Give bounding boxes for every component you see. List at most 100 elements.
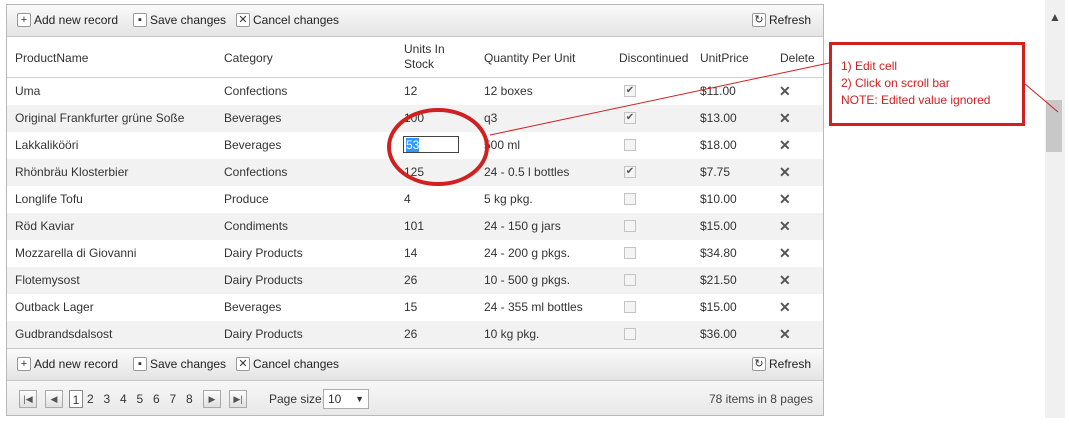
cell-product-name[interactable]: Lakkalikööri (15, 132, 78, 159)
cell-units-in-stock[interactable]: 100 (404, 105, 424, 132)
cell-quantity[interactable]: 5 kg pkg. (484, 186, 533, 213)
page-number-3[interactable]: 3 (104, 390, 111, 408)
cell-category[interactable]: Confections (224, 78, 287, 105)
cell-category[interactable]: Produce (224, 186, 269, 213)
cell-quantity[interactable]: 24 - 150 g jars (484, 213, 561, 240)
delete-x-icon[interactable]: ✕ (779, 132, 791, 159)
delete-x-icon[interactable]: ✕ (779, 294, 791, 321)
cell-units-in-stock[interactable]: 12 (404, 78, 417, 105)
page-number-4[interactable]: 4 (120, 390, 127, 408)
column-header-discontinued[interactable]: Discontinued (619, 51, 688, 66)
page-number-6[interactable]: 6 (153, 390, 160, 408)
page-scrollbar[interactable]: ▲ (1045, 0, 1065, 418)
page-number-5[interactable]: 5 (137, 390, 144, 408)
cell-product-name[interactable]: Gudbrandsdalsost (15, 321, 112, 348)
column-header-category[interactable]: Category (224, 51, 273, 66)
cell-quantity[interactable]: 24 - 200 g pkgs. (484, 240, 570, 267)
cell-quantity[interactable]: 24 - 0.5 l bottles (484, 159, 569, 186)
cell-units-in-stock[interactable]: 26 (404, 267, 417, 294)
cancel-changes-button[interactable]: ✕ Cancel changes (236, 11, 339, 29)
cell-category[interactable]: Beverages (224, 105, 281, 132)
table-row[interactable]: Rhönbräu Klosterbier Confections 125 24 - 0… (7, 159, 823, 186)
cell-product-name[interactable]: Rhönbräu Klosterbier (15, 159, 128, 186)
discontinued-checkbox[interactable] (624, 139, 636, 151)
cell-category[interactable]: Beverages (224, 132, 281, 159)
cell-quantity[interactable]: 12 boxes (484, 78, 533, 105)
cell-category[interactable]: Dairy Products (224, 267, 303, 294)
cell-product-name[interactable]: Outback Lager (15, 294, 94, 321)
add-record-button[interactable]: + Add new record (17, 11, 118, 29)
cell-unit-price[interactable]: $7.75 (700, 159, 730, 186)
delete-x-icon[interactable]: ✕ (779, 186, 791, 213)
table-row[interactable]: Outback Lager Beverages 15 24 - 355 ml bott… (7, 294, 823, 321)
page-number-1[interactable]: 1 (69, 390, 83, 408)
cell-unit-price[interactable]: $21.50 (700, 267, 737, 294)
cell-product-name[interactable]: Original Frankfurter grüne Soße (15, 105, 184, 132)
cell-product-name[interactable]: Longlife Tofu (15, 186, 83, 213)
cell-unit-price[interactable]: $15.00 (700, 213, 737, 240)
cell-units-in-stock[interactable]: 101 (404, 213, 424, 240)
discontinued-checkbox[interactable] (624, 247, 636, 259)
table-row[interactable]: Röd Kaviar Condiments 101 24 - 150 g jars $1… (7, 213, 823, 240)
page-size-select[interactable]: 10 ▼ (323, 389, 369, 409)
discontinued-checkbox[interactable] (624, 220, 636, 232)
scrollbar-thumb[interactable] (1046, 100, 1062, 152)
cell-product-name[interactable]: Mozzarella di Giovanni (15, 240, 136, 267)
cell-unit-price[interactable]: $18.00 (700, 132, 737, 159)
delete-x-icon[interactable]: ✕ (779, 78, 791, 105)
discontinued-checkbox[interactable] (624, 328, 636, 340)
refresh-button[interactable]: ↻ Refresh (752, 11, 811, 29)
units-in-stock-edit-input[interactable]: 53 (403, 136, 459, 153)
cell-category[interactable]: Beverages (224, 294, 281, 321)
column-header-units-in-stock[interactable]: Units In Stock (404, 42, 445, 72)
cell-unit-price[interactable]: $36.00 (700, 321, 737, 348)
cell-unit-price[interactable]: $11.00 (700, 78, 736, 105)
discontinued-checkbox[interactable]: ✔ (624, 85, 636, 97)
cell-unit-price[interactable]: $34.80 (700, 240, 737, 267)
save-changes-button-bottom[interactable]: ▪ Save changes (133, 355, 226, 373)
discontinued-checkbox[interactable]: ✔ (624, 166, 636, 178)
cell-quantity[interactable]: 10 kg pkg. (484, 321, 539, 348)
page-number-7[interactable]: 7 (170, 390, 177, 408)
cell-product-name[interactable]: Flotemysost (15, 267, 80, 294)
column-header-unit-price[interactable]: UnitPrice (700, 51, 749, 66)
table-row[interactable]: Mozzarella di Giovanni Dairy Products 14 24… (7, 240, 823, 267)
cell-units-in-stock[interactable]: 26 (404, 321, 417, 348)
column-header-product-name[interactable]: ProductName (15, 51, 88, 66)
refresh-button-bottom[interactable]: ↻ Refresh (752, 355, 811, 373)
discontinued-checkbox[interactable]: ✔ (624, 112, 636, 124)
next-page-button[interactable]: ▶ (203, 390, 221, 408)
table-row[interactable]: Lakkalikööri Beverages 53 500 ml $18.00 ✕ (7, 132, 823, 159)
table-row[interactable]: Flotemysost Dairy Products 26 10 - 500 g pk… (7, 267, 823, 294)
cell-unit-price[interactable]: $10.00 (700, 186, 737, 213)
discontinued-checkbox[interactable] (624, 301, 636, 313)
discontinued-checkbox[interactable] (624, 274, 636, 286)
scroll-up-icon[interactable]: ▲ (1049, 10, 1061, 24)
cell-unit-price[interactable]: $15.00 (700, 294, 737, 321)
delete-x-icon[interactable]: ✕ (779, 159, 791, 186)
cell-category[interactable]: Dairy Products (224, 240, 303, 267)
table-row[interactable]: Uma Confections 12 12 boxes ✔ $11.00 ✕ (7, 78, 823, 105)
table-row[interactable]: Original Frankfurter grüne Soße Beverages… (7, 105, 823, 132)
cell-quantity[interactable]: 24 - 355 ml bottles (484, 294, 583, 321)
cell-unit-price[interactable]: $13.00 (700, 105, 737, 132)
delete-x-icon[interactable]: ✕ (779, 105, 791, 132)
first-page-button[interactable]: |◀ (19, 390, 37, 408)
delete-x-icon[interactable]: ✕ (779, 213, 791, 240)
cell-product-name[interactable]: Uma (15, 78, 40, 105)
cell-units-in-stock[interactable]: 14 (404, 240, 417, 267)
cell-units-in-stock[interactable]: 15 (404, 294, 417, 321)
page-number-2[interactable]: 2 (87, 390, 94, 408)
column-header-quantity[interactable]: Quantity Per Unit (484, 51, 575, 66)
discontinued-checkbox[interactable] (624, 193, 636, 205)
cell-quantity[interactable]: q3 (484, 105, 497, 132)
cell-product-name[interactable]: Röd Kaviar (15, 213, 74, 240)
cancel-changes-button-bottom[interactable]: ✕ Cancel changes (236, 355, 339, 373)
cell-category[interactable]: Dairy Products (224, 321, 303, 348)
cell-quantity[interactable]: 500 ml (484, 132, 520, 159)
add-record-button-bottom[interactable]: + Add new record (17, 355, 118, 373)
cell-category[interactable]: Condiments (224, 213, 288, 240)
table-row[interactable]: Longlife Tofu Produce 4 5 kg pkg. $10.00 ✕ (7, 186, 823, 213)
prev-page-button[interactable]: ◀ (45, 390, 63, 408)
cell-units-in-stock[interactable]: 125 (404, 159, 424, 186)
